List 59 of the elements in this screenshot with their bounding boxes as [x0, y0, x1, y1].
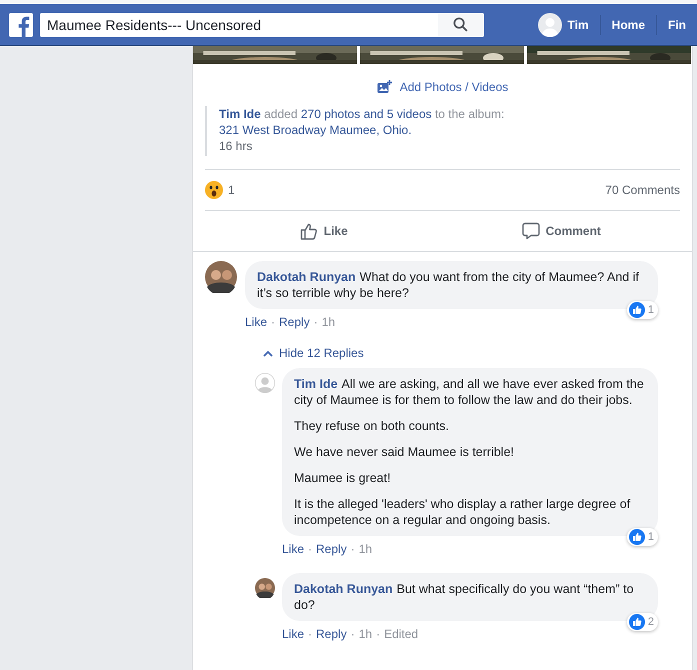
comment-button[interactable]: Comment [442, 211, 680, 251]
like-reaction-badge[interactable]: 1 [626, 528, 658, 546]
separator-dot: · [271, 314, 276, 330]
album-link[interactable]: 321 West Broadway Maumee, Ohio. [219, 123, 412, 137]
comment-meta[interactable]: 1h [358, 626, 372, 642]
like-icon [628, 302, 645, 318]
comment-text: Maumee is great! [294, 470, 392, 486]
reply-link[interactable]: Reply [316, 541, 347, 557]
add-photos-link[interactable]: Add Photos / Videos [376, 80, 508, 94]
timestamp-link[interactable]: 16 hrs [219, 138, 680, 154]
search-icon [453, 17, 468, 32]
like-button[interactable]: Like [205, 211, 442, 251]
comment-text: It is the alleged 'leaders' who display a rather large degree of incompetence on a regular and ongoing basis. [294, 496, 632, 528]
search-button[interactable] [438, 12, 484, 36]
separator-dot: · [314, 314, 318, 330]
separator-dot: · [350, 541, 355, 557]
nav-link[interactable]: Fin [657, 18, 697, 32]
comments-count-link[interactable]: 70 Comments [605, 183, 680, 197]
author-link[interactable]: Dakotah Runyan [294, 582, 393, 596]
comment-text: Tim Ide All we are asking, and all we have ever asked from the city of Maumee is for them to follow the law and do their jobs. [294, 376, 645, 408]
profile-link[interactable]: Tim [538, 12, 600, 36]
separator-dot: · [308, 626, 312, 642]
comment-meta[interactable]: 1h [358, 541, 372, 557]
logo-icon[interactable] [9, 12, 33, 36]
photo-add-icon [376, 80, 392, 94]
like-icon [628, 614, 645, 630]
search-field[interactable]: Maumee Residents--- Uncensored [40, 12, 484, 36]
author-link[interactable]: Dakotah Runyan [257, 270, 356, 284]
like-icon [628, 529, 645, 545]
avatar-icon [538, 12, 562, 36]
speech-bubble-icon [522, 222, 540, 240]
album-link[interactable]: 270 photos and 5 videos [300, 107, 432, 121]
comment-meta[interactable]: 1h [322, 314, 336, 330]
reply-link[interactable]: Reply [279, 314, 310, 330]
chevron-up-icon [263, 350, 273, 356]
separator-dot: · [376, 626, 380, 642]
avatar-icon[interactable] [255, 578, 275, 598]
wow-emoji-icon[interactable] [205, 181, 223, 199]
like-link[interactable]: Like [282, 626, 304, 642]
nav-link[interactable]: Home [600, 18, 656, 32]
hide-replies-link[interactable]: Hide 12 Replies [263, 346, 364, 360]
reply-link[interactable]: Reply [316, 626, 347, 642]
comment-text: We have never said Maumee is terrible! [294, 444, 516, 460]
comment-text: They refuse on both counts. [294, 418, 450, 434]
author-link[interactable]: Tim Ide [219, 107, 261, 121]
comment-text: Dakotah Runyan What do you want from the city of Maumee? And if it’s so terrible why be here? [257, 269, 640, 301]
reaction-count[interactable]: 1 [228, 183, 235, 197]
thumbs-up-icon [300, 222, 318, 240]
comment-meta[interactable]: Edited [384, 626, 418, 642]
avatar-icon[interactable] [205, 261, 237, 293]
album-update-text: Tim Ide added 270 photos and 5 videos to the album: 321 West Broadway Maumee, Ohio. [219, 106, 506, 138]
like-link[interactable]: Like [282, 541, 304, 557]
like-reaction-badge[interactable]: 1 [626, 301, 658, 319]
comment-text: Dakotah Runyan But what specifically do you want “them” to do? [294, 581, 635, 613]
like-link[interactable]: Like [245, 314, 268, 330]
separator-dot: · [350, 626, 355, 642]
author-link[interactable]: Tim Ide [294, 377, 338, 391]
separator-dot: · [308, 541, 312, 557]
like-reaction-badge[interactable]: 2 [626, 613, 658, 631]
